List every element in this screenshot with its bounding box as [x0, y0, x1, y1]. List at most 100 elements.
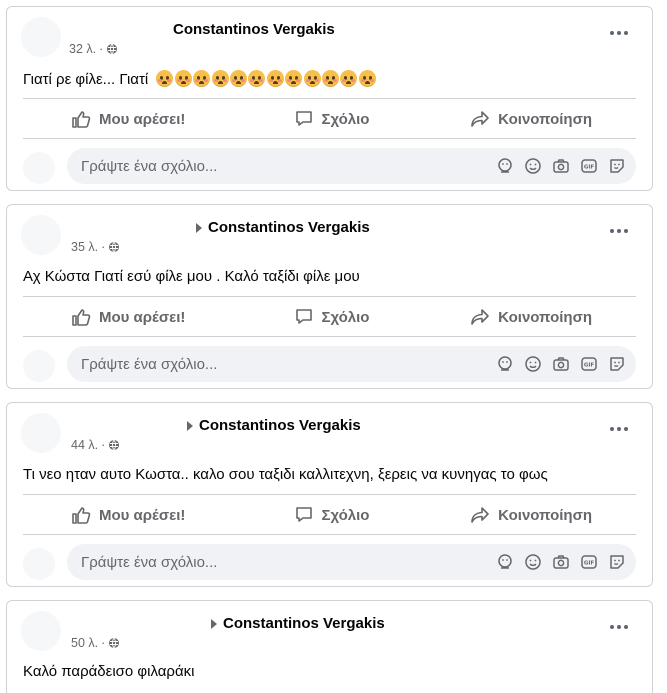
post-author-line: Constantinos Vergakis [173, 21, 335, 38]
camera-icon[interactable] [552, 355, 570, 373]
comment-tools: GIF [496, 553, 626, 571]
like-label: Μου αρέσει! [99, 308, 186, 326]
page-name-link[interactable]: Constantinos Vergakis [208, 219, 370, 236]
avatar[interactable] [21, 215, 61, 255]
comment-post-3: Constantinos Vergakis 44 λ. · Τι νεο ητα… [6, 402, 653, 587]
action-bar: Μου αρέσει! Σχόλιο Κοινοποίηση [23, 100, 636, 138]
comment-button[interactable]: Σχόλιο [245, 100, 419, 138]
share-label: Κοινοποίηση [498, 308, 593, 326]
camera-icon[interactable] [552, 157, 570, 175]
more-options-icon[interactable] [610, 625, 628, 629]
smiley-icon[interactable] [524, 553, 542, 571]
comment-button[interactable]: Σχόλιο [245, 298, 419, 336]
timestamp[interactable]: 50 λ. [71, 636, 98, 650]
post-text: Τι νεο ηταν αυτο Κωστα.. καλο σου ταξιδι… [23, 466, 548, 483]
post-text: Καλό παράδεισο φιλαράκι [23, 663, 195, 680]
post-header: Constantinos Vergakis 44 λ. · [7, 403, 652, 463]
flushed-emoji-icon [321, 70, 339, 87]
comment-placeholder: Γράψτε ένα σχόλιο... [81, 157, 218, 175]
page-name-link[interactable]: Constantinos Vergakis [223, 615, 385, 632]
comment-input[interactable]: Γράψτε ένα σχόλιο... GIF [67, 148, 636, 184]
sticker-icon[interactable] [608, 355, 626, 373]
comment-label: Σχόλιο [321, 506, 370, 524]
post-header: Constantinos Vergakis 32 λ. · [7, 7, 652, 67]
thumbs-up-icon [72, 111, 91, 128]
avatar [23, 152, 55, 184]
post-author-line: Constantinos Vergakis [196, 219, 370, 236]
share-button[interactable]: Κοινοποίηση [418, 496, 636, 534]
post-text-line: Γιατί ρε φίλε... Γιατί [23, 70, 377, 88]
avatar-sticker-icon[interactable] [496, 553, 514, 571]
avatar[interactable] [21, 413, 61, 453]
post-author-line: Constantinos Vergakis [187, 417, 361, 434]
smiley-icon[interactable] [524, 157, 542, 175]
comment-button[interactable]: Σχόλιο [245, 496, 419, 534]
avatar-sticker-icon[interactable] [496, 355, 514, 373]
comment-post-4: Constantinos Vergakis 50 λ. · Καλό παράδ… [6, 600, 653, 693]
camera-icon[interactable] [552, 553, 570, 571]
more-options-icon[interactable] [610, 31, 628, 35]
comment-placeholder: Γράψτε ένα σχόλιο... [81, 553, 218, 571]
flushed-emoji-icon [229, 70, 247, 87]
share-label: Κοινοποίηση [498, 506, 593, 524]
divider [23, 296, 636, 297]
more-options-icon[interactable] [610, 427, 628, 431]
share-label: Κοινοποίηση [498, 110, 593, 128]
globe-icon [107, 43, 118, 55]
like-button[interactable]: Μου αρέσει! [23, 298, 245, 336]
divider [23, 494, 636, 495]
comment-bubble-icon [295, 507, 312, 522]
page-name-link[interactable]: Constantinos Vergakis [199, 417, 361, 434]
sticker-icon[interactable] [608, 157, 626, 175]
svg-text:GIF: GIF [584, 165, 595, 171]
share-arrow-icon [471, 111, 489, 127]
sticker-icon[interactable] [608, 553, 626, 571]
post-text: Γιατί ρε φίλε... Γιατί [23, 71, 149, 88]
post-header: Constantinos Vergakis 50 λ. · [7, 601, 652, 661]
caret-right-icon [187, 420, 193, 431]
comment-input[interactable]: Γράψτε ένα σχόλιο... GIF [67, 544, 636, 580]
comment-input[interactable]: Γράψτε ένα σχόλιο... GIF [67, 346, 636, 382]
globe-icon [109, 637, 120, 649]
flushed-emoji-icon [248, 70, 266, 87]
share-button[interactable]: Κοινοποίηση [418, 298, 636, 336]
avatar-sticker-icon[interactable] [496, 157, 514, 175]
flushed-emoji-icon [303, 70, 321, 87]
like-button[interactable]: Μου αρέσει! [23, 496, 245, 534]
gif-icon[interactable]: GIF [580, 355, 598, 373]
share-button[interactable]: Κοινοποίηση [418, 100, 636, 138]
avatar[interactable] [21, 611, 61, 651]
gif-icon[interactable]: GIF [580, 157, 598, 175]
emoji-row [156, 70, 377, 87]
flushed-emoji-icon [193, 70, 211, 87]
comment-label: Σχόλιο [321, 110, 370, 128]
thumbs-up-icon [72, 309, 91, 326]
svg-text:GIF: GIF [584, 561, 595, 567]
smiley-icon[interactable] [524, 355, 542, 373]
page-name-link[interactable]: Constantinos Vergakis [173, 21, 335, 38]
action-bar: Μου αρέσει! Σχόλιο Κοινοποίηση [23, 298, 636, 336]
post-text: Αχ Κώστα Γιατί εσύ φίλε μου . Καλό ταξίδ… [23, 268, 360, 285]
comment-composer: Γράψτε ένα σχόλιο... GIF [23, 544, 636, 580]
comment-post-2: Constantinos Vergakis 35 λ. · Αχ Κώστα Γ… [6, 204, 653, 389]
comment-bubble-icon [295, 309, 312, 324]
timestamp[interactable]: 44 λ. [71, 438, 98, 452]
caret-right-icon [211, 618, 217, 629]
divider [23, 98, 636, 99]
thumbs-up-icon [72, 507, 91, 524]
post-meta: 35 λ. · [71, 240, 120, 254]
avatar[interactable] [21, 17, 61, 57]
comment-tools: GIF [496, 157, 626, 175]
timestamp[interactable]: 32 λ. [69, 42, 96, 56]
avatar [23, 548, 55, 580]
like-button[interactable]: Μου αρέσει! [23, 100, 245, 138]
divider [23, 336, 636, 337]
post-header: Constantinos Vergakis 35 λ. · [7, 205, 652, 265]
flushed-emoji-icon [358, 70, 376, 87]
gif-icon[interactable]: GIF [580, 553, 598, 571]
comment-tools: GIF [496, 355, 626, 373]
more-options-icon[interactable] [610, 229, 628, 233]
globe-icon [109, 241, 120, 253]
globe-icon [109, 439, 120, 451]
timestamp[interactable]: 35 λ. [71, 240, 98, 254]
